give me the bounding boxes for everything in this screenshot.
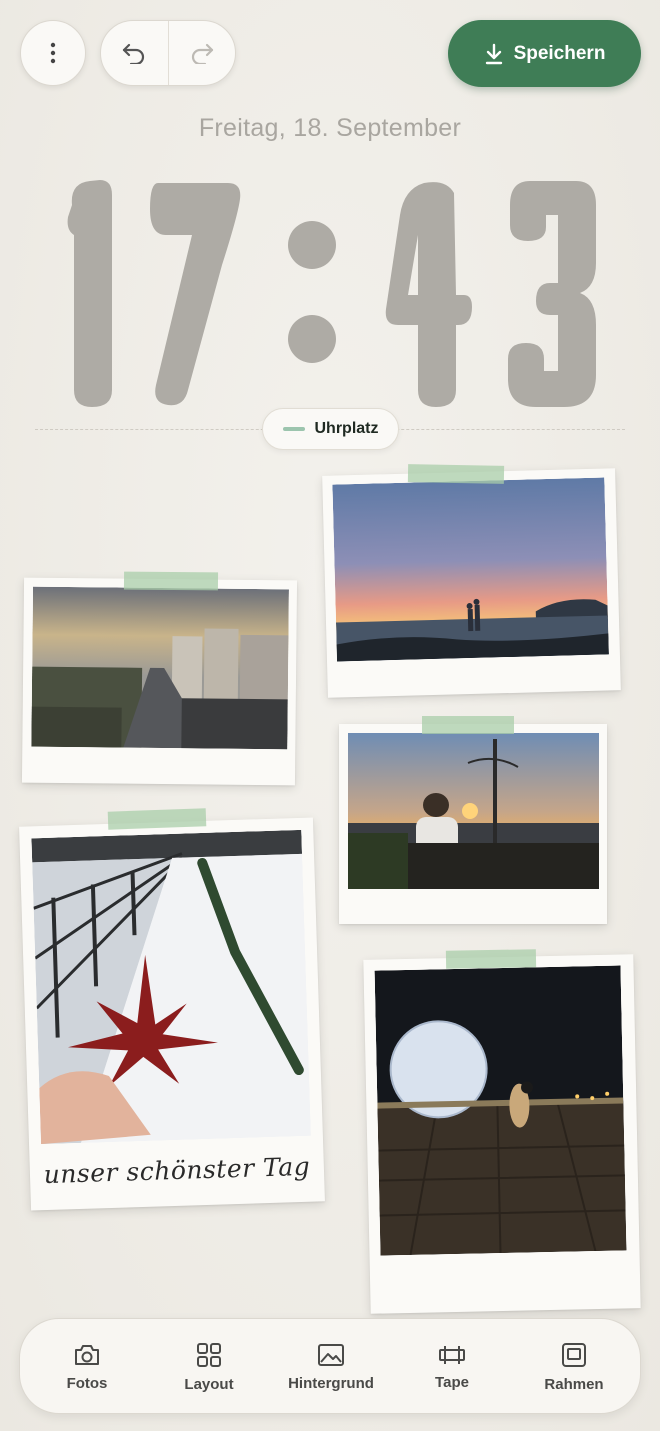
photo-card[interactable]: unser schönster Tag bbox=[19, 817, 325, 1211]
tape-strip[interactable] bbox=[407, 464, 505, 484]
toolbar-item-fotos[interactable]: Fotos bbox=[32, 1319, 142, 1415]
photo-moon-night bbox=[374, 965, 627, 1256]
drag-handle-icon bbox=[282, 427, 305, 431]
photo-card[interactable] bbox=[322, 468, 621, 698]
bottom-toolbar: Fotos Layout Hintergrund Tape Rahmen bbox=[19, 1318, 641, 1414]
toolbar-item-rahmen[interactable]: Rahmen bbox=[519, 1319, 629, 1415]
toolbar-item-tape[interactable]: Tape bbox=[397, 1319, 507, 1415]
more-vertical-icon bbox=[50, 42, 56, 64]
save-label: Speichern bbox=[513, 42, 606, 64]
tape-strip[interactable] bbox=[422, 716, 514, 734]
photo-snow-path bbox=[31, 829, 311, 1145]
redo-icon bbox=[191, 43, 213, 64]
tape-icon bbox=[439, 1345, 465, 1364]
more-menu-button[interactable] bbox=[20, 20, 86, 86]
photo-city-street bbox=[31, 586, 289, 750]
photo-sunset-cafe bbox=[348, 733, 599, 889]
clock-slot-chip[interactable]: Uhrplatz bbox=[262, 408, 399, 450]
image-icon bbox=[318, 1343, 344, 1366]
toolbar-item-label: Fotos bbox=[66, 1374, 108, 1392]
toolbar-item-label: Rahmen bbox=[544, 1375, 604, 1393]
redo-button[interactable] bbox=[167, 21, 236, 85]
tape-strip[interactable] bbox=[445, 949, 537, 969]
toolbar-item-label: Tape bbox=[435, 1373, 469, 1391]
camera-icon bbox=[75, 1344, 99, 1365]
save-button[interactable]: Speichern bbox=[448, 20, 641, 87]
toolbar-item-hintergrund[interactable]: Hintergrund bbox=[276, 1319, 386, 1415]
undo-redo-group bbox=[100, 20, 236, 86]
undo-button[interactable] bbox=[101, 21, 168, 85]
grid-icon bbox=[197, 1342, 221, 1367]
toolbar-item-layout[interactable]: Layout bbox=[154, 1319, 264, 1415]
photo-card[interactable] bbox=[339, 724, 607, 924]
photo-caption[interactable]: unser schönster Tag bbox=[30, 1151, 325, 1189]
undo-icon bbox=[123, 43, 145, 64]
toolbar-item-label: Hintergrund bbox=[288, 1374, 374, 1392]
frame-icon bbox=[562, 1342, 586, 1367]
photo-sunset-beach bbox=[332, 477, 609, 662]
clock-date: Freitag, 18. September bbox=[198, 114, 462, 142]
clock-slot-label: Uhrplatz bbox=[314, 420, 379, 437]
photo-card[interactable] bbox=[21, 577, 298, 786]
download-icon bbox=[485, 43, 502, 64]
tape-strip[interactable] bbox=[123, 571, 219, 591]
toolbar-item-label: Layout bbox=[184, 1375, 234, 1393]
photo-card[interactable] bbox=[363, 954, 641, 1314]
tape-strip[interactable] bbox=[107, 808, 207, 830]
clock-time[interactable] bbox=[60, 175, 605, 415]
